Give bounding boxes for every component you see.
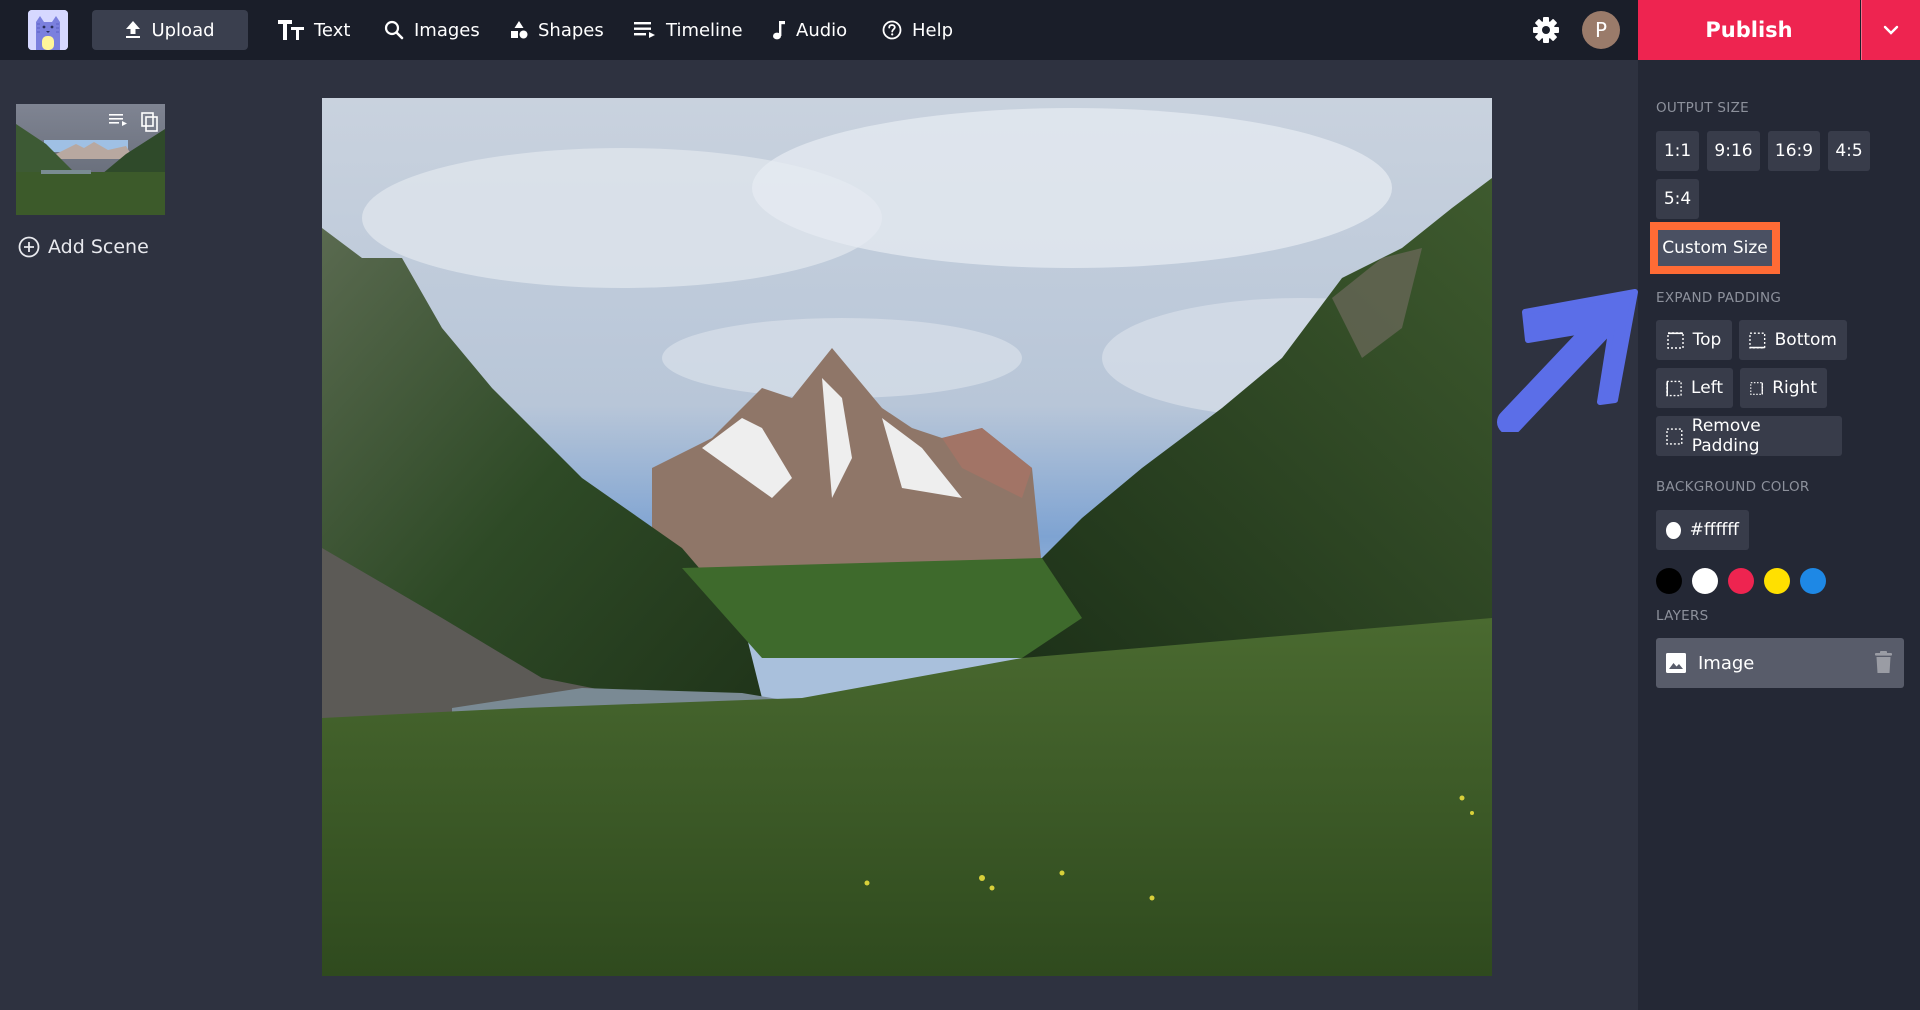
- nav-help-label: Help: [912, 19, 954, 41]
- swatch-red[interactable]: [1728, 568, 1754, 594]
- properties-panel: OUTPUT SIZE 1:1 9:16 16:9 4:5 5:4 Custom…: [1638, 60, 1920, 1010]
- size-option-5-4[interactable]: 5:4: [1656, 179, 1699, 219]
- text-icon: [278, 20, 304, 40]
- landscape-photo: [322, 98, 1492, 976]
- plus-circle-icon: [18, 236, 40, 258]
- output-size-heading: OUTPUT SIZE: [1656, 100, 1749, 116]
- add-scene-button[interactable]: Add Scene: [18, 236, 149, 258]
- upload-label: Upload: [151, 19, 215, 41]
- pad-top-label: Top: [1692, 330, 1722, 350]
- upload-button[interactable]: Upload: [92, 10, 248, 50]
- timeline-icon: [634, 22, 655, 38]
- canvas-image[interactable]: [322, 98, 1492, 976]
- nav-audio[interactable]: Audio: [772, 0, 847, 60]
- search-icon: [384, 20, 404, 40]
- delete-layer-trash-icon[interactable]: [1875, 651, 1892, 673]
- publish-options-button[interactable]: [1861, 0, 1920, 60]
- settings-gear-icon[interactable]: [1532, 16, 1560, 44]
- nav-images[interactable]: Images: [384, 0, 480, 60]
- layer-item-image[interactable]: Image: [1656, 638, 1904, 688]
- background-color-heading: BACKGROUND COLOR: [1656, 479, 1810, 495]
- nav-help[interactable]: Help: [882, 0, 953, 60]
- swatch-black[interactable]: [1656, 568, 1682, 594]
- scene-thumbnail[interactable]: [16, 104, 165, 215]
- remove-padding-button[interactable]: Remove Padding: [1656, 416, 1842, 456]
- pad-left-button[interactable]: Left: [1656, 368, 1733, 408]
- upload-icon: [126, 21, 141, 38]
- pad-bottom-button[interactable]: Bottom: [1739, 320, 1847, 360]
- help-circle-icon: [882, 20, 902, 40]
- pad-top-button[interactable]: Top: [1656, 320, 1732, 360]
- nav-text-label: Text: [314, 19, 351, 41]
- background-color-picker[interactable]: #ffffff: [1656, 510, 1749, 550]
- nav-shapes[interactable]: Shapes: [510, 0, 604, 60]
- custom-size-button[interactable]: Custom Size: [1658, 230, 1772, 266]
- pad-top-icon: [1666, 331, 1684, 349]
- duplicate-scene-icon[interactable]: [141, 112, 159, 132]
- nav-text[interactable]: Text: [278, 0, 350, 60]
- scene-menu-icon[interactable]: [109, 112, 129, 128]
- nav-audio-label: Audio: [796, 19, 848, 41]
- add-scene-label: Add Scene: [48, 236, 149, 258]
- pad-left-label: Left: [1691, 378, 1723, 398]
- swatch-yellow[interactable]: [1764, 568, 1790, 594]
- image-icon: [1666, 653, 1686, 673]
- current-color-value: #ffffff: [1689, 520, 1739, 540]
- avatar-initial: P: [1594, 18, 1608, 42]
- swatch-white[interactable]: [1692, 568, 1718, 594]
- shapes-icon: [511, 21, 528, 39]
- expand-padding-heading: EXPAND PADDING: [1656, 290, 1782, 306]
- pad-right-button[interactable]: Right: [1740, 368, 1827, 408]
- layer-name: Image: [1698, 652, 1755, 674]
- chevron-down-icon: [1883, 25, 1899, 35]
- pad-bottom-icon: [1749, 331, 1766, 349]
- top-toolbar: Upload Text Images Shapes Timeline Audio…: [0, 0, 1920, 60]
- pad-right-icon: [1750, 381, 1763, 395]
- remove-padding-label: Remove Padding: [1691, 416, 1761, 456]
- pad-right-label: Right: [1772, 378, 1817, 398]
- nav-timeline-label: Timeline: [666, 19, 743, 41]
- publish-label: Publish: [1705, 18, 1793, 42]
- annotation-arrow-icon: [1497, 289, 1638, 432]
- size-option-16-9[interactable]: 16:9: [1768, 131, 1820, 171]
- nav-images-label: Images: [414, 19, 480, 41]
- pad-bottom-label: Bottom: [1774, 330, 1837, 350]
- user-avatar[interactable]: P: [1582, 11, 1620, 49]
- size-option-1-1[interactable]: 1:1: [1656, 131, 1699, 171]
- size-option-4-5[interactable]: 4:5: [1828, 131, 1870, 171]
- current-color-dot: [1666, 521, 1681, 539]
- pad-left-icon: [1666, 380, 1682, 396]
- remove-padding-icon: [1666, 427, 1683, 445]
- size-option-9-16[interactable]: 9:16: [1707, 131, 1760, 171]
- cat-logo-icon[interactable]: [28, 10, 68, 50]
- publish-button[interactable]: Publish: [1638, 0, 1860, 60]
- swatch-blue[interactable]: [1800, 568, 1826, 594]
- nav-shapes-label: Shapes: [538, 19, 604, 41]
- nav-timeline[interactable]: Timeline: [634, 0, 743, 60]
- music-note-icon: [773, 21, 785, 40]
- layers-heading: LAYERS: [1656, 608, 1709, 624]
